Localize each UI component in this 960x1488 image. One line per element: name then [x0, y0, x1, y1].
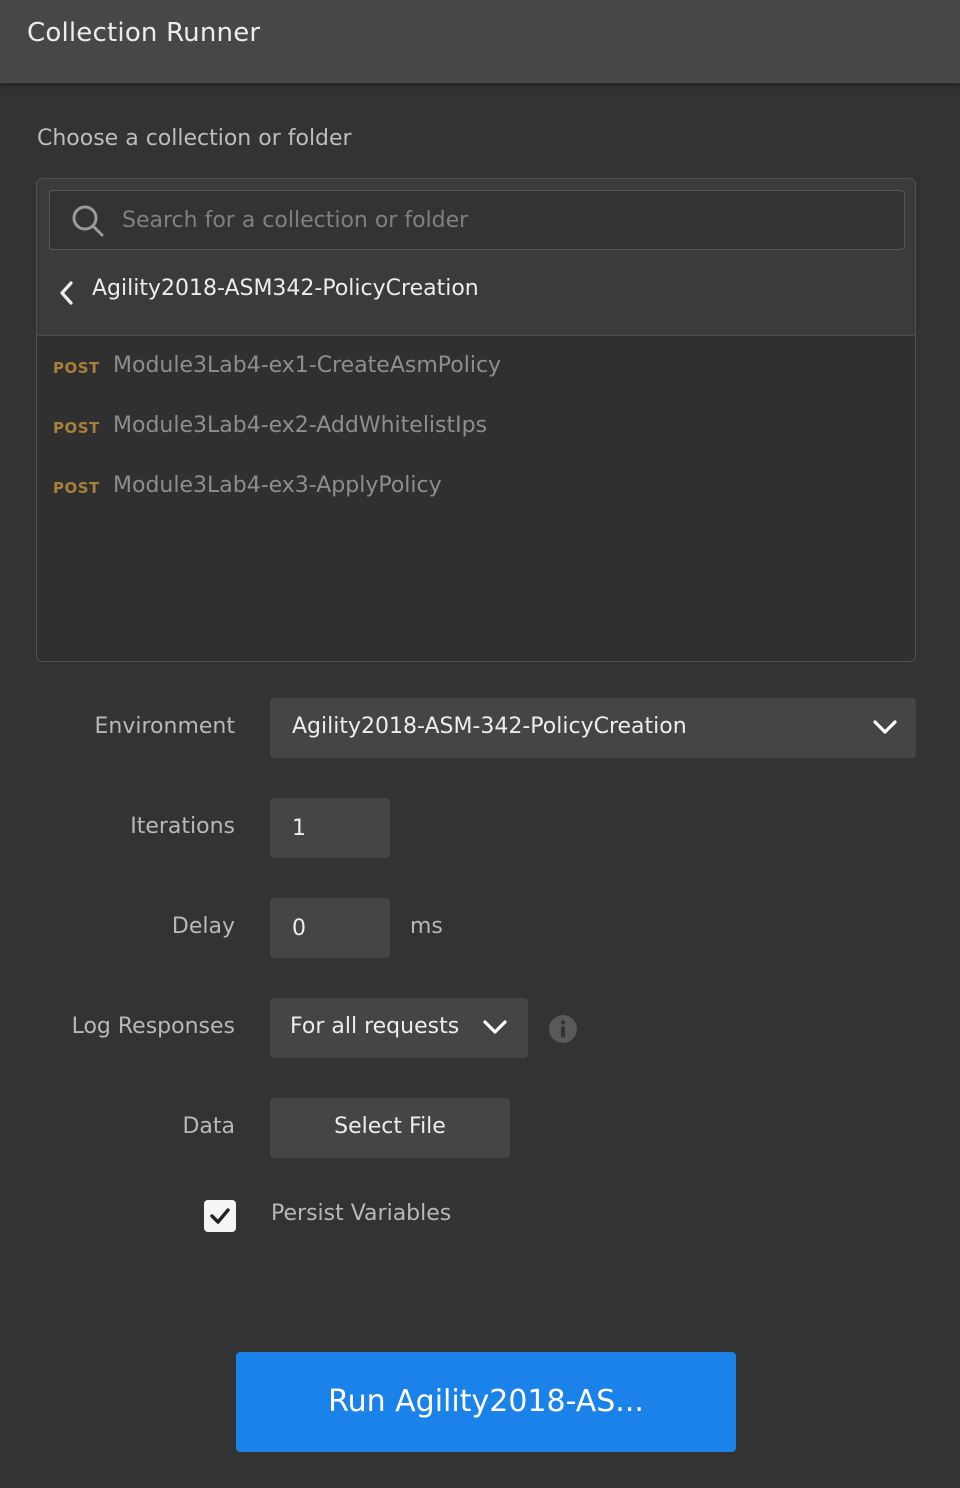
delay-label: Delay: [171, 914, 235, 939]
persist-variables-checkbox[interactable]: [204, 1200, 236, 1232]
delay-field-wrap: [270, 898, 390, 958]
persist-variables-label: Persist Variables: [271, 1201, 452, 1226]
data-label: Data: [182, 1114, 235, 1139]
chevron-down-icon: [873, 720, 897, 734]
chevron-down-icon: [483, 1020, 507, 1034]
info-icon[interactable]: [548, 1014, 578, 1044]
iterations-input[interactable]: [270, 798, 390, 858]
checkmark-icon: [210, 1208, 230, 1224]
delay-input[interactable]: [270, 898, 390, 958]
select-file-button[interactable]: Select File: [270, 1098, 510, 1158]
request-list: POST Module3Lab4-ex1-CreateAsmPolicy POS…: [37, 337, 915, 517]
request-method: POST: [53, 419, 100, 437]
breadcrumb-back[interactable]: Agility2018-ASM342-PolicyCreation: [37, 271, 915, 325]
window-header: Collection Runner: [0, 0, 960, 84]
search-icon: [72, 205, 104, 237]
request-item[interactable]: POST Module3Lab4-ex1-CreateAsmPolicy: [37, 337, 915, 397]
window-title: Collection Runner: [27, 18, 261, 48]
run-button-label: Run Agility2018-AS...: [328, 1384, 644, 1419]
log-responses-label: Log Responses: [71, 1014, 235, 1039]
select-file-label: Select File: [334, 1114, 446, 1139]
collection-browser: Agility2018-ASM342-PolicyCreation POST M…: [36, 178, 916, 662]
collection-browser-header: Agility2018-ASM342-PolicyCreation: [37, 179, 915, 336]
log-responses-select[interactable]: For all requests: [270, 998, 528, 1058]
request-method: POST: [53, 359, 100, 377]
request-name: Module3Lab4-ex3-ApplyPolicy: [113, 473, 442, 498]
iterations-label: Iterations: [130, 814, 235, 839]
request-item[interactable]: POST Module3Lab4-ex2-AddWhitelistIps: [37, 397, 915, 457]
request-method: POST: [53, 479, 100, 497]
request-item[interactable]: POST Module3Lab4-ex3-ApplyPolicy: [37, 457, 915, 517]
delay-unit: ms: [410, 914, 443, 939]
log-responses-value: For all requests: [290, 1014, 460, 1039]
choose-collection-label: Choose a collection or folder: [37, 126, 352, 151]
request-name: Module3Lab4-ex1-CreateAsmPolicy: [113, 353, 502, 378]
environment-label: Environment: [94, 714, 235, 739]
search-box[interactable]: [49, 190, 905, 250]
request-name: Module3Lab4-ex2-AddWhitelistIps: [113, 413, 488, 438]
environment-value: Agility2018-ASM-342-PolicyCreation: [292, 714, 687, 739]
breadcrumb-title: Agility2018-ASM342-PolicyCreation: [92, 276, 479, 301]
run-button[interactable]: Run Agility2018-AS...: [236, 1352, 736, 1452]
iterations-field-wrap: [270, 798, 390, 858]
search-input[interactable]: [122, 191, 892, 249]
environment-select[interactable]: Agility2018-ASM-342-PolicyCreation: [270, 698, 916, 758]
chevron-left-icon: [60, 281, 73, 305]
